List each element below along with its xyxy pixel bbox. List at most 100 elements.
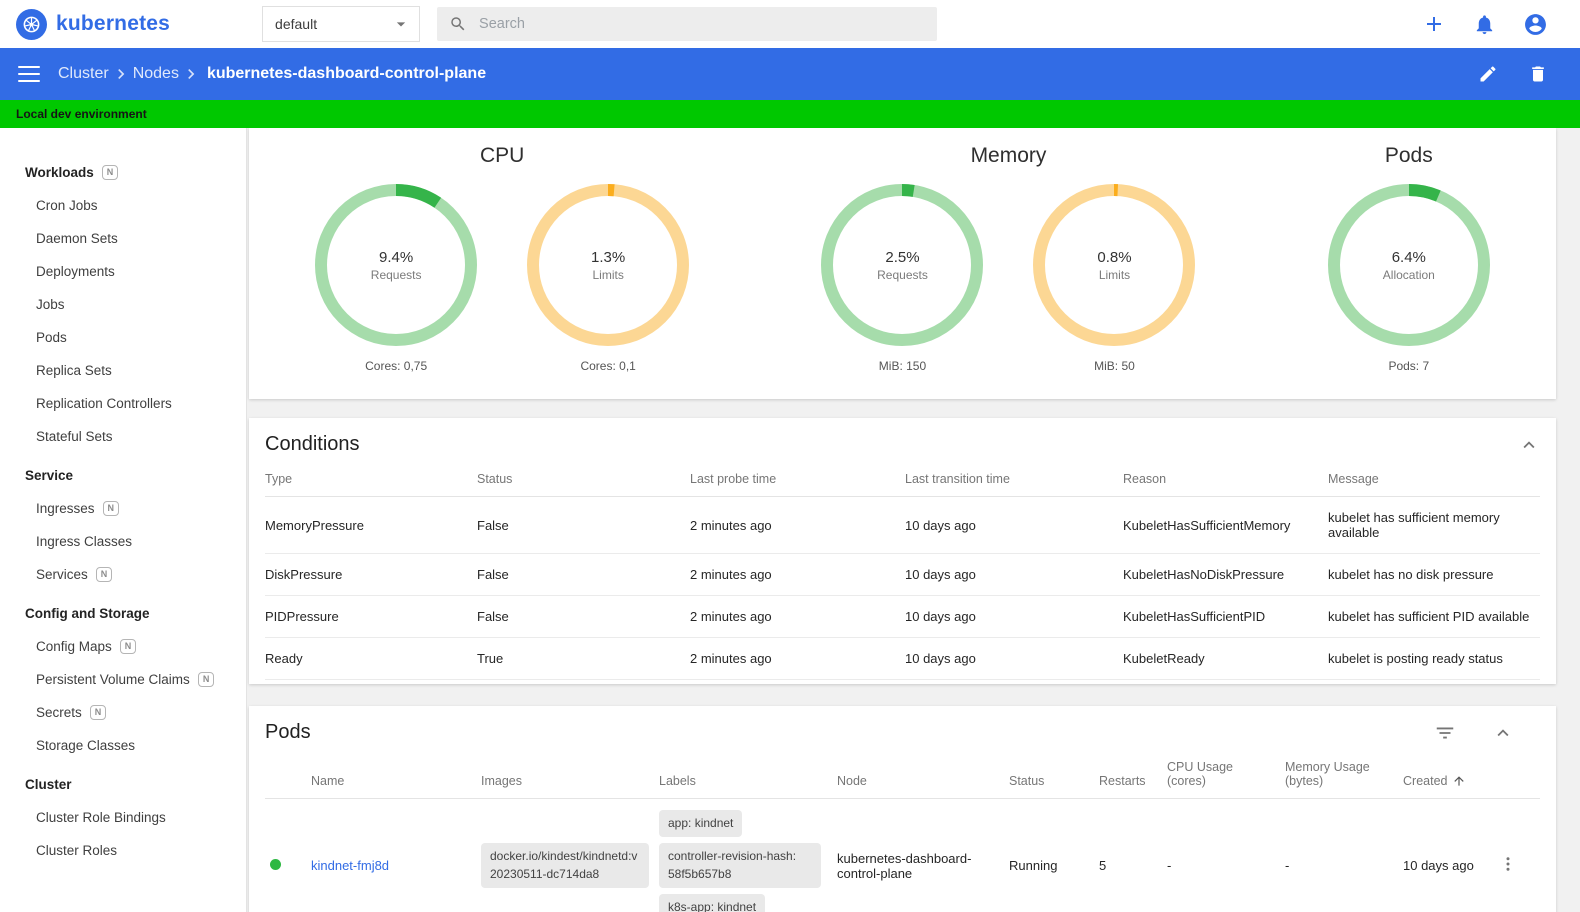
new-badge: N <box>119 639 137 654</box>
condition-message: kubelet has no disk pressure <box>1328 553 1540 596</box>
sidebar-item-label: Jobs <box>36 297 65 312</box>
new-badge: N <box>89 705 107 720</box>
condition-status: False <box>477 496 690 554</box>
hamburger-icon <box>18 66 40 68</box>
breadcrumb-link-cluster[interactable]: Cluster <box>58 65 109 83</box>
search-icon <box>451 17 465 31</box>
condition-last-probe: 2 minutes ago <box>690 637 905 680</box>
hamburger-icon <box>18 80 40 82</box>
new-badge: N <box>95 567 113 582</box>
sidebar-item-stateful-sets[interactable]: Stateful Sets <box>0 420 246 453</box>
conditions-header-reason: Reason <box>1123 468 1328 497</box>
sidebar-item-label: Cluster <box>25 777 72 792</box>
pods-header-statusdot <box>265 756 311 799</box>
condition-type: MemoryPressure <box>265 496 477 554</box>
home-logo-link[interactable]: kubernetes <box>16 8 170 40</box>
sidebar-item-label: Ingress Classes <box>36 534 133 549</box>
memory-group: Memory 2.5% Requests MiB: 150 0.8% Limit… <box>819 138 1197 373</box>
bell-icon <box>1476 14 1493 34</box>
pod-name-link[interactable]: kindnet-fmj8d <box>311 858 389 873</box>
namespace-selector[interactable]: default <box>262 6 421 42</box>
donut-value: 1.3% <box>591 248 626 266</box>
pod-actions-menu-button[interactable] <box>1499 855 1517 873</box>
sidebar-item-cron-jobs[interactable]: Cron Jobs <box>0 189 246 222</box>
conditions-header-last-probe: Last probe time <box>690 468 905 497</box>
sidebar-item-service[interactable]: Service <box>0 459 246 492</box>
allocation-card: CPU 9.4% Requests Cores: 0,75 1.3% Limit… <box>249 128 1556 399</box>
condition-message: kubelet has sufficient PID available <box>1328 595 1540 638</box>
cpu-group: CPU 9.4% Requests Cores: 0,75 1.3% Limit… <box>313 138 691 373</box>
sidebar-item-label: Cluster Roles <box>36 843 118 858</box>
sidebar-item-jobs[interactable]: Jobs <box>0 288 246 321</box>
sidebar-item-storage-classes[interactable]: Storage Classes <box>0 729 246 762</box>
sidebar-item-label: Config and Storage <box>25 606 150 621</box>
search-input[interactable] <box>479 16 926 32</box>
create-resource-button[interactable] <box>1422 12 1446 36</box>
filter-icon <box>1436 727 1454 738</box>
condition-reason: KubeletHasNoDiskPressure <box>1123 553 1328 596</box>
donut-footer: Cores: 0,75 <box>365 359 428 373</box>
sidebar-item-cluster-role-bindings[interactable]: Cluster Role Bindings <box>0 801 246 834</box>
pods-filter-button[interactable] <box>1434 722 1456 744</box>
sidebar-item-daemon-sets[interactable]: Daemon Sets <box>0 222 246 255</box>
sidebar-item-ingresses[interactable]: Ingresses N <box>0 492 246 525</box>
donut-footer: MiB: 150 <box>878 359 927 373</box>
sidebar-item-cluster[interactable]: Cluster <box>0 768 246 801</box>
chevron-right-icon <box>188 69 195 79</box>
pods-header-name[interactable]: Name <box>311 756 481 799</box>
edit-button[interactable] <box>1478 64 1498 84</box>
pod-memory-cell: - <box>1285 858 1290 874</box>
pencil-icon <box>1480 66 1496 82</box>
donut-label: Limits <box>1098 267 1131 282</box>
donut-value: 0.8% <box>1097 248 1132 266</box>
conditions-header-last-transition: Last transition time <box>905 468 1123 497</box>
sidebar-item-label: Services <box>36 567 88 582</box>
sidebar-item-replication-controllers[interactable]: Replication Controllers <box>0 387 246 420</box>
main-content: CPU 9.4% Requests Cores: 0,75 1.3% Limit… <box>247 128 1580 912</box>
sidebar-item-services[interactable]: Services N <box>0 558 246 591</box>
sidebar-item-cluster-roles[interactable]: Cluster Roles <box>0 834 246 867</box>
conditions-title: Conditions <box>265 433 360 455</box>
notifications-button[interactable] <box>1473 13 1496 36</box>
sidebar-item-label: Service <box>25 468 74 483</box>
memory-title: Memory <box>970 144 1047 167</box>
breadcrumb: Cluster Nodes kubernetes-dashboard-contr… <box>58 64 486 84</box>
condition-last-transition: 10 days ago <box>905 496 1123 554</box>
sidebar-item-ingress-classes[interactable]: Ingress Classes <box>0 525 246 558</box>
conditions-card: Conditions Type Status Last probe time L… <box>249 418 1556 684</box>
condition-last-transition: 10 days ago <box>905 595 1123 638</box>
donut-footer: MiB: 50 <box>1094 359 1135 373</box>
pods-header-created[interactable]: Created <box>1403 756 1499 799</box>
sidebar-item-label: Persistent Volume Claims <box>36 672 190 687</box>
top-bar-actions <box>1422 12 1564 37</box>
condition-last-transition: 10 days ago <box>905 553 1123 596</box>
condition-message: kubelet has sufficient memory available <box>1328 496 1540 554</box>
sidebar-item-label: Workloads <box>25 165 94 180</box>
pod-image-chip: docker.io/kindest/kindnetd:v20230511-dc7… <box>481 843 649 889</box>
pods-collapse-button[interactable] <box>1492 722 1514 744</box>
breadcrumb-link-nodes[interactable]: Nodes <box>133 65 179 83</box>
sidebar-item-config-and-storage[interactable]: Config and Storage <box>0 597 246 630</box>
sidebar-item-label: Storage Classes <box>36 738 136 753</box>
conditions-collapse-button[interactable] <box>1518 434 1540 456</box>
donut-label: Requests <box>877 267 928 282</box>
donut-footer: Pods: 7 <box>1388 359 1430 373</box>
sidebar-item-replica-sets[interactable]: Replica Sets <box>0 354 246 387</box>
sidebar-item-pods[interactable]: Pods <box>0 321 246 354</box>
pods-header-memory: Memory Usage (bytes) <box>1285 756 1403 799</box>
sidebar-item-workloads[interactable]: Workloads N <box>0 156 246 189</box>
sidebar-item-secrets[interactable]: Secrets N <box>0 696 246 729</box>
pod-label-chip: k8s-app: kindnet <box>659 894 766 912</box>
account-button[interactable] <box>1523 12 1548 37</box>
pods-allocation-donut: 6.4% Allocation <box>1326 182 1492 348</box>
condition-status: False <box>477 553 690 596</box>
top-app-bar: kubernetes default <box>0 0 1580 48</box>
condition-row: PIDPressure False 2 minutes ago 10 days … <box>265 595 1540 638</box>
sidebar-item-config-maps[interactable]: Config Maps N <box>0 630 246 663</box>
donut-value: 9.4% <box>379 248 414 266</box>
menu-button[interactable] <box>18 66 40 82</box>
pod-restarts-cell: 5 <box>1099 858 1107 874</box>
sidebar-item-persistent-volume-claims[interactable]: Persistent Volume Claims N <box>0 663 246 696</box>
sidebar-item-deployments[interactable]: Deployments <box>0 255 246 288</box>
delete-button[interactable] <box>1528 64 1548 84</box>
